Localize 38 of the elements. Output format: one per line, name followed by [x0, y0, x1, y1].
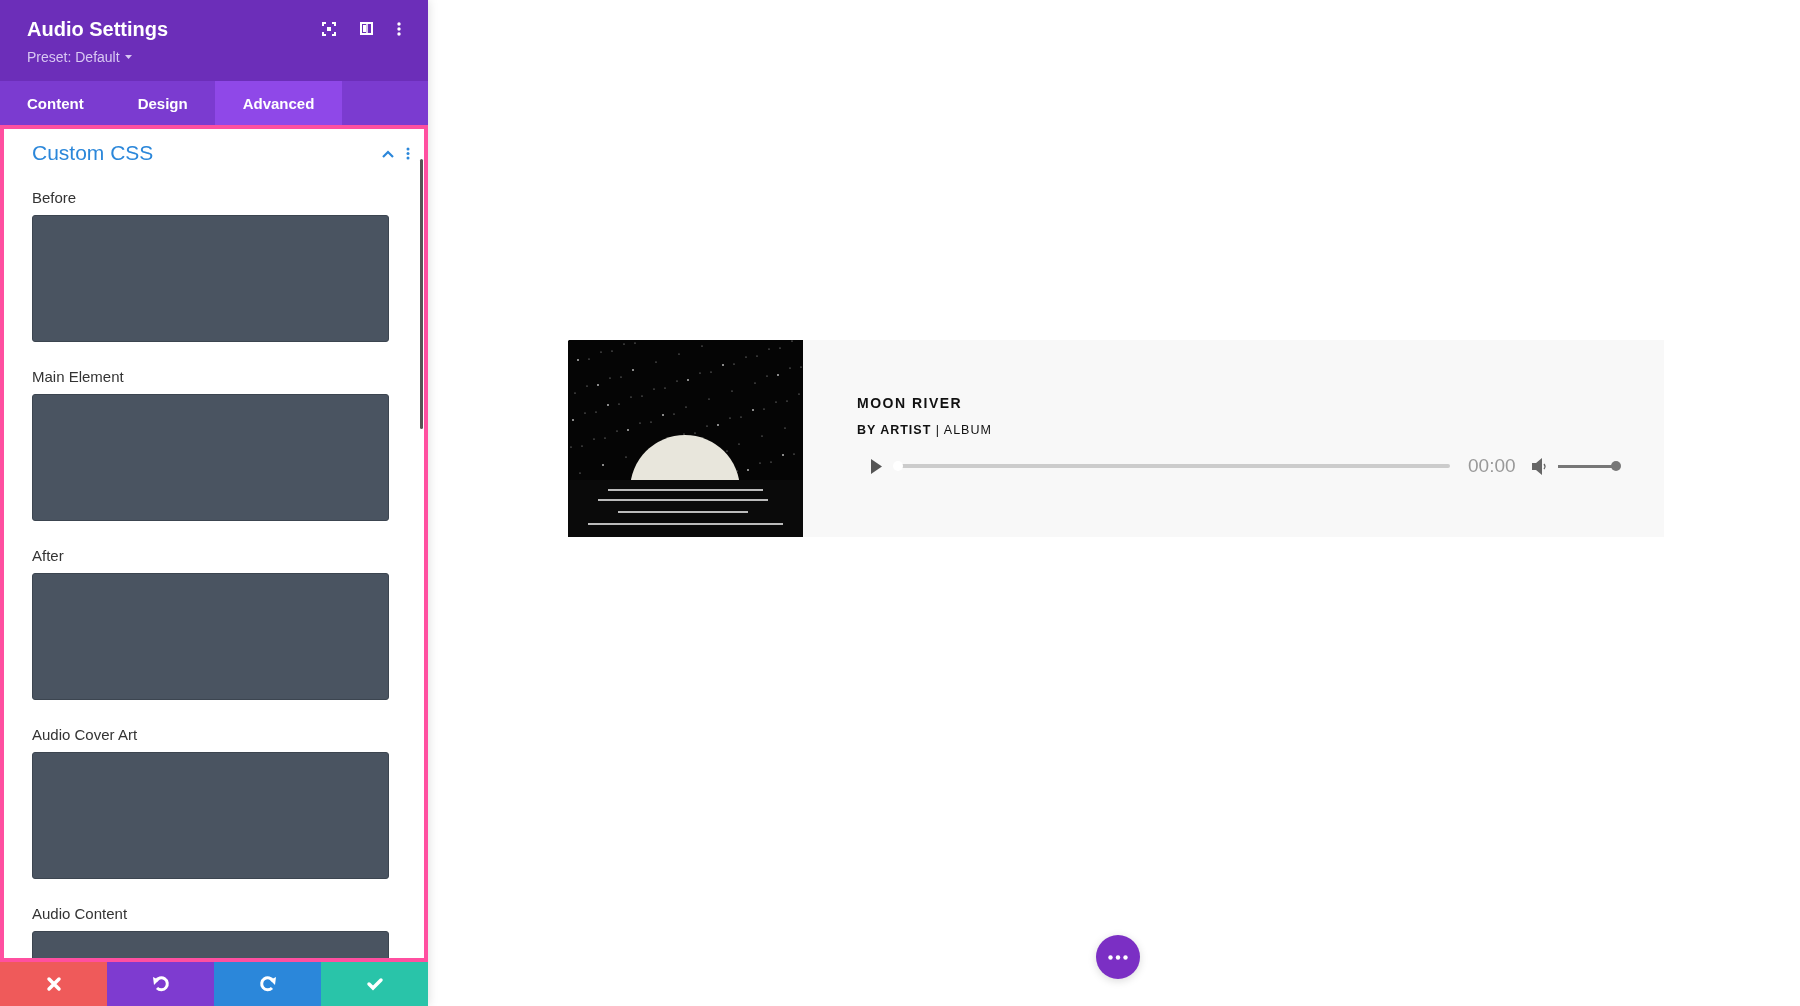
section-title: Custom CSS — [32, 141, 154, 165]
field-label: After — [32, 547, 65, 564]
speaker-icon[interactable] — [1531, 457, 1548, 475]
close-icon — [44, 975, 63, 993]
undo-button[interactable] — [107, 962, 214, 1006]
discard-button[interactable] — [0, 962, 107, 1006]
sidebar-layout-icon[interactable] — [360, 22, 373, 35]
focus-icon[interactable] — [322, 22, 336, 36]
preset-dropdown[interactable]: Preset: Default — [27, 49, 132, 65]
css-input-field[interactable] — [32, 215, 389, 342]
check-icon — [365, 975, 384, 993]
progress-handle[interactable] — [893, 461, 903, 471]
chevron-up-icon[interactable] — [382, 150, 394, 158]
css-input-field[interactable] — [32, 752, 389, 879]
redo-button[interactable] — [214, 962, 321, 1006]
track-meta: BY ARTIST | ALBUM — [857, 423, 993, 437]
css-input-field[interactable] — [32, 573, 389, 700]
caret-icon — [124, 55, 132, 59]
time-display: 00:00 — [1468, 455, 1516, 477]
redo-icon — [258, 975, 277, 993]
field-label: Main Element — [32, 368, 125, 385]
field-label: Audio Cover Art — [32, 726, 139, 743]
more-options-icon[interactable] — [406, 146, 410, 160]
play-icon[interactable] — [871, 458, 882, 474]
tab[interactable]: Advanced — [214, 81, 343, 125]
tab[interactable]: Content — [0, 81, 111, 125]
field-label: Audio Content — [32, 905, 129, 922]
tab[interactable]: Design — [110, 81, 215, 125]
field-label: Before — [32, 189, 78, 206]
more-options-button[interactable] — [1096, 935, 1140, 979]
track-title: MOON RIVER — [857, 395, 964, 411]
ellipsis-icon — [1108, 954, 1128, 960]
scrollbar[interactable] — [420, 159, 423, 429]
panel-title: Audio Settings — [27, 18, 169, 41]
undo-icon — [151, 975, 170, 993]
volume-handle[interactable] — [1610, 461, 1621, 471]
css-input-field[interactable] — [32, 394, 389, 521]
more-options-icon[interactable] — [397, 22, 401, 36]
